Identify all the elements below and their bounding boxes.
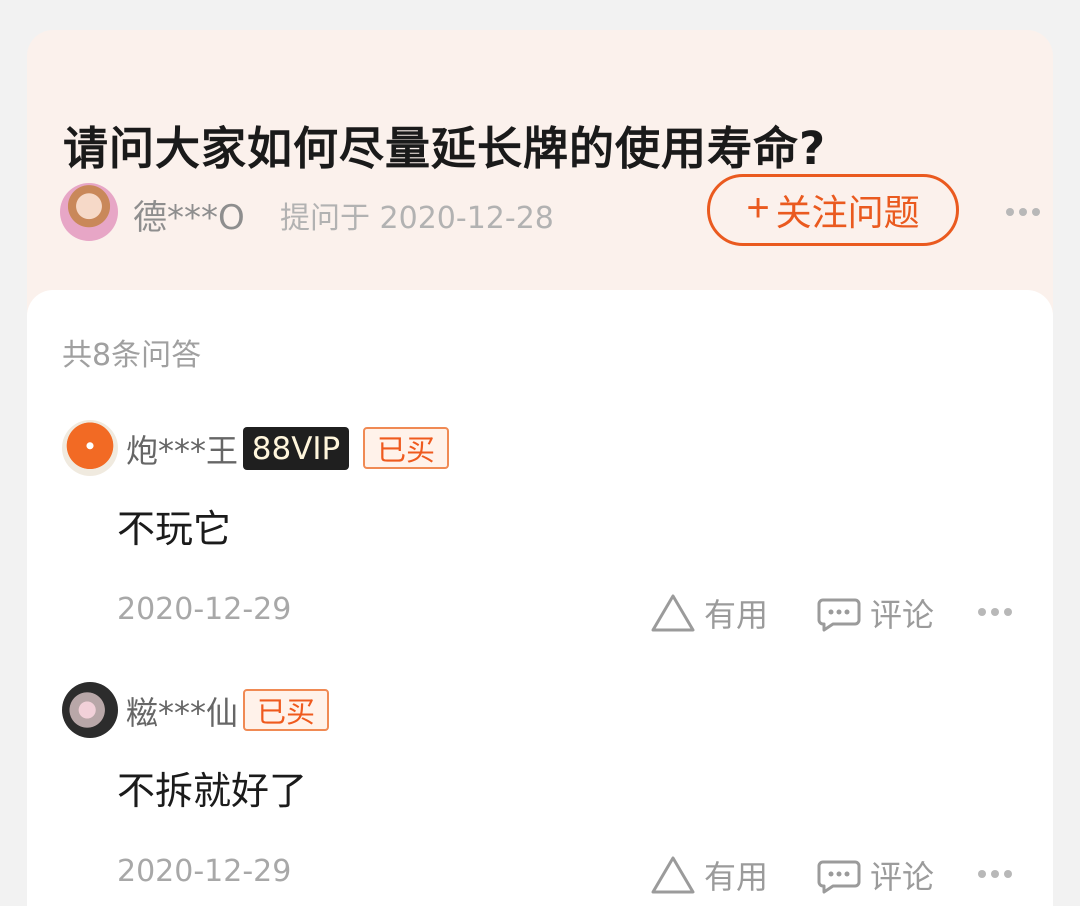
asker-name[interactable]: 德***O xyxy=(133,190,245,239)
answerer-avatar[interactable] xyxy=(62,420,118,476)
comment-icon xyxy=(817,598,861,632)
comment-icon xyxy=(817,860,861,894)
comment-button[interactable]: 评论 xyxy=(816,590,934,636)
answer-item: 糍***仙 已买 不拆就好了 2020-12-29 有用 评论 xyxy=(62,682,1022,906)
useful-button[interactable]: 有用 xyxy=(650,590,768,636)
asker-avatar[interactable] xyxy=(60,183,118,241)
answer-actions: 有用 评论 xyxy=(650,852,1020,898)
vip-badge: 88VIP xyxy=(243,427,349,470)
purchased-badge: 已买 xyxy=(363,427,449,469)
answer-actions: 有用 评论 xyxy=(650,590,1020,636)
answer-text: 不拆就好了 xyxy=(117,769,308,813)
answerer-avatar[interactable] xyxy=(62,682,118,738)
asked-date: 提问于 2020-12-28 xyxy=(280,201,554,236)
answer-text: 不玩它 xyxy=(117,507,232,551)
more-icon[interactable] xyxy=(1006,208,1040,216)
useful-label: 有用 xyxy=(704,858,769,896)
question-answer-page: 请问大家如何尽量延长牌的使用寿命? 德***O 提问于 2020-12-28 +… xyxy=(0,0,1080,906)
comment-label: 评论 xyxy=(870,858,935,896)
more-icon[interactable] xyxy=(978,870,1012,878)
follow-question-label: 关注问题 xyxy=(775,192,920,233)
useful-button[interactable]: 有用 xyxy=(650,852,768,898)
answerer-name[interactable]: 糍***仙 xyxy=(126,688,238,734)
answer-date: 2020-12-29 xyxy=(117,854,292,889)
purchased-badge: 已买 xyxy=(243,689,329,731)
answer-date: 2020-12-29 xyxy=(117,592,292,627)
comment-button[interactable]: 评论 xyxy=(816,852,934,898)
plus-icon: + xyxy=(746,186,770,230)
comment-label: 评论 xyxy=(870,596,935,634)
answers-card: 共8条问答 炮***王 88VIP 已买 不玩它 2020-12-29 有用 评… xyxy=(27,290,1053,906)
more-icon[interactable] xyxy=(978,608,1012,616)
follow-question-button[interactable]: + 关注问题 xyxy=(707,174,959,246)
useful-label: 有用 xyxy=(704,596,769,634)
answer-item: 炮***王 88VIP 已买 不玩它 2020-12-29 有用 评论 xyxy=(62,420,1022,660)
triangle-up-icon xyxy=(651,856,695,894)
answerer-name[interactable]: 炮***王 xyxy=(126,426,238,472)
asker-row: 德***O 提问于 2020-12-28 + 关注问题 xyxy=(60,174,1040,246)
question-title: 请问大家如何尽量延长牌的使用寿命? xyxy=(63,122,827,176)
answer-count: 共8条问答 xyxy=(62,338,202,373)
triangle-up-icon xyxy=(651,594,695,632)
